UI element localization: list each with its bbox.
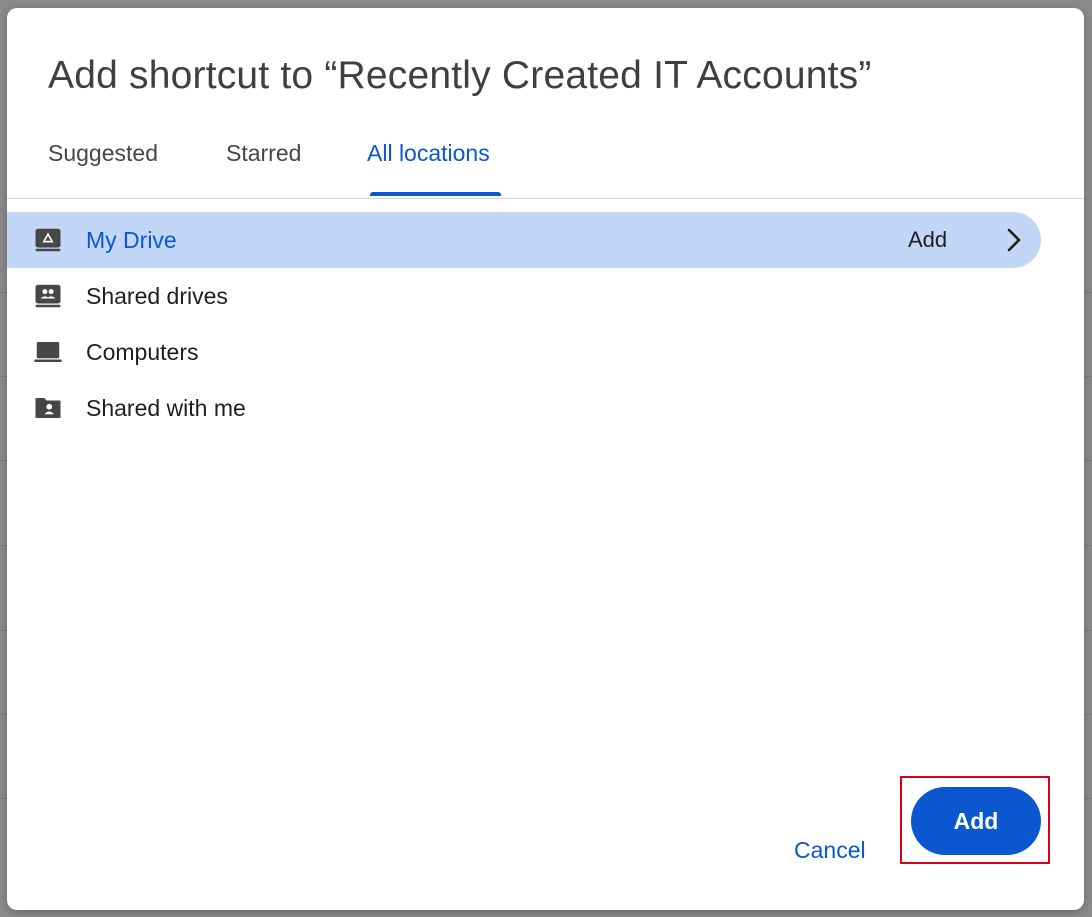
- dialog-actions: Cancel Add: [7, 776, 1084, 910]
- row-add-button[interactable]: Add: [908, 227, 947, 253]
- dialog-title: Add shortcut to “Recently Created IT Acc…: [48, 54, 872, 97]
- tab-suggested[interactable]: Suggested: [48, 140, 158, 167]
- location-item-computers[interactable]: Computers: [7, 324, 1084, 380]
- active-tab-indicator: [370, 192, 501, 196]
- location-item-my-drive[interactable]: My Drive Add: [7, 212, 1041, 268]
- location-label: Computers: [86, 339, 199, 365]
- computer-icon: [34, 342, 62, 362]
- location-label: Shared drives: [86, 283, 228, 309]
- shared-with-me-icon: [35, 398, 61, 418]
- tab-starred[interactable]: Starred: [226, 140, 301, 167]
- chevron-right-icon[interactable]: [1003, 225, 1025, 255]
- location-label: My Drive: [86, 227, 177, 253]
- my-drive-icon: [35, 228, 61, 252]
- add-button[interactable]: Add: [911, 787, 1041, 855]
- shared-drives-icon: [35, 284, 61, 308]
- location-item-shared-drives[interactable]: Shared drives: [7, 268, 1084, 324]
- add-shortcut-dialog: Add shortcut to “Recently Created IT Acc…: [7, 8, 1084, 910]
- location-list: My Drive Add Shared drives Computers Sha…: [7, 212, 1084, 436]
- location-label: Shared with me: [86, 395, 246, 421]
- cancel-button[interactable]: Cancel: [790, 829, 870, 872]
- location-tabs: Suggested Starred All locations: [7, 128, 1084, 199]
- tab-all-locations[interactable]: All locations: [367, 140, 490, 167]
- location-item-shared-with-me[interactable]: Shared with me: [7, 380, 1084, 436]
